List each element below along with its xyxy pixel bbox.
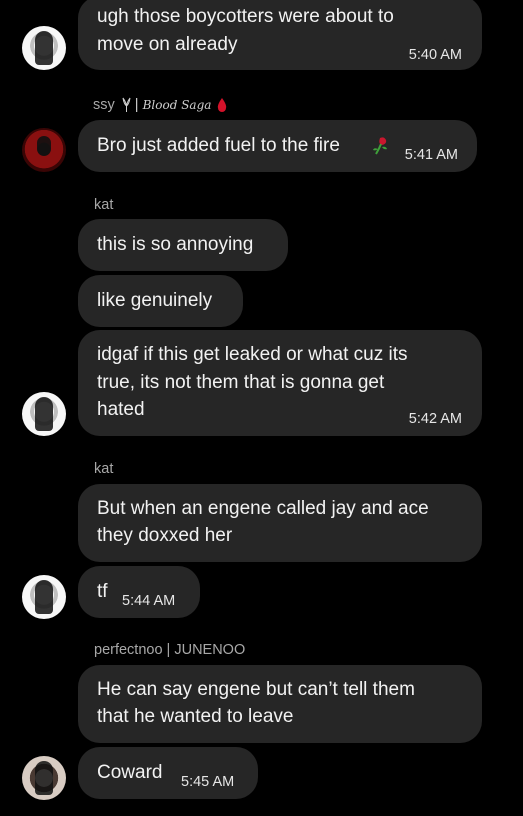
message-text: that he wanted to leave	[97, 706, 294, 727]
message-time: 5:40 AM	[408, 47, 462, 63]
message-bubble[interactable]: ugh those boycotters were about to move …	[78, 0, 482, 70]
message-text: this is so annoying	[97, 234, 254, 255]
message-text: move on already	[97, 34, 238, 55]
message-text: ugh those boycotters were about to	[97, 6, 394, 27]
message-bubble[interactable]: But when an engene called jay and ace th…	[78, 484, 482, 562]
avatar[interactable]	[22, 575, 66, 619]
message-time: 5:45 AM	[181, 774, 235, 790]
message-time: 5:42 AM	[408, 411, 462, 427]
message-text: tf	[97, 581, 108, 602]
message-text: idgaf if this get leaked or what cuz its	[97, 344, 408, 365]
sender-script-name: Blood Saga	[142, 98, 212, 112]
avatar[interactable]	[22, 392, 66, 436]
avatar[interactable]	[22, 26, 66, 70]
message-bubble[interactable]: Bro just added fuel to the fire 5:41 AM	[78, 120, 477, 172]
tulip-icon	[122, 97, 131, 113]
message-bubble[interactable]: like genuinely	[78, 275, 243, 327]
message-text: Bro just added fuel to the fire	[97, 135, 340, 156]
avatar[interactable]	[22, 756, 66, 800]
sender-name: kat	[94, 197, 114, 213]
message-time: 5:41 AM	[404, 147, 458, 163]
message-time: 5:44 AM	[122, 593, 176, 609]
message-text: But when an engene called jay and ace	[97, 498, 429, 519]
wilted-rose-icon	[373, 137, 387, 155]
message-text: true, its not them that is gonna get	[97, 372, 385, 393]
sender-name: perfectnoo | JUNENOO	[94, 642, 246, 658]
message-bubble[interactable]: this is so annoying	[78, 219, 288, 271]
message-bubble[interactable]: tf 5:44 AM	[78, 566, 200, 618]
message-bubble[interactable]: idgaf if this get leaked or what cuz its…	[78, 330, 482, 436]
message-bubble[interactable]: He can say engene but can’t tell them th…	[78, 665, 482, 743]
message-text: He can say engene but can’t tell them	[97, 679, 415, 700]
message-text: hated	[97, 399, 145, 420]
avatar[interactable]	[22, 128, 66, 172]
sender-prefix: ssy	[93, 97, 115, 113]
message-text: like genuinely	[97, 290, 213, 311]
message-text: they doxxed her	[97, 525, 233, 546]
message-text: Coward	[97, 762, 163, 783]
sender-name: ssy | Blood Saga	[93, 97, 227, 113]
blood-drop-icon	[218, 98, 227, 113]
message-bubble[interactable]: Coward 5:45 AM	[78, 747, 258, 799]
sender-name: kat	[94, 461, 114, 477]
